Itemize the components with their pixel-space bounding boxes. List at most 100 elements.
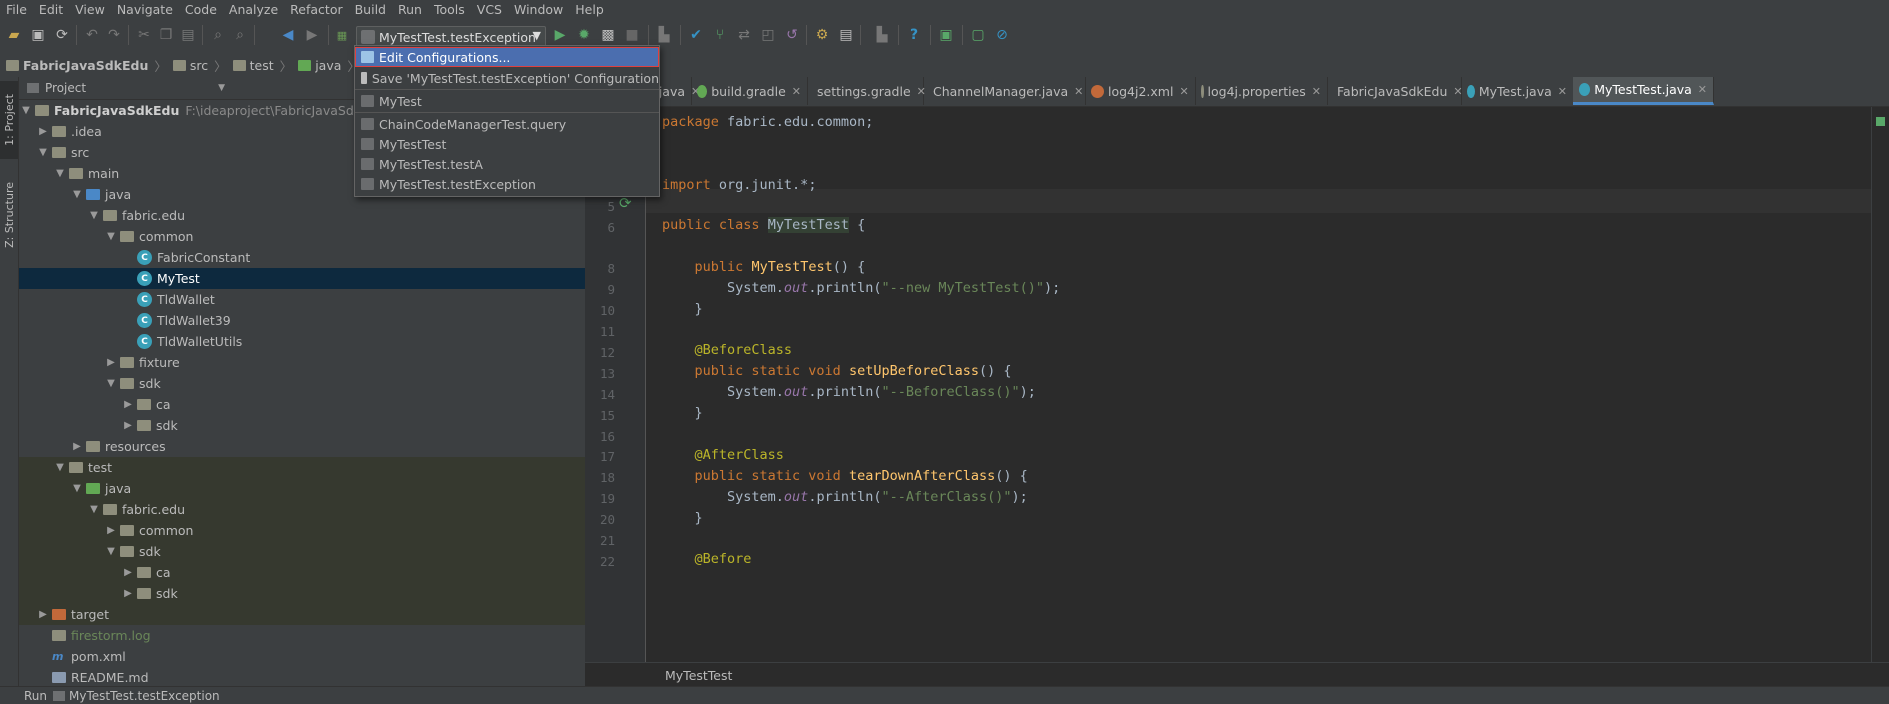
tree-item[interactable]: ▶ sdk bbox=[19, 415, 585, 436]
menu-code[interactable]: Code bbox=[179, 2, 223, 17]
back-icon[interactable]: ◀ bbox=[278, 25, 298, 45]
editor-tab[interactable]: log4j.properties ✕ bbox=[1195, 77, 1328, 105]
tree-item[interactable]: ▼ fabric.edu bbox=[19, 205, 585, 226]
copy-icon[interactable]: ❐ bbox=[156, 25, 176, 45]
edit-configurations-item[interactable]: Edit Configurations... bbox=[355, 47, 659, 67]
expand-arrow-icon[interactable]: ▼ bbox=[53, 168, 67, 179]
run-tool-label[interactable]: Run bbox=[24, 689, 47, 703]
editor-tab[interactable]: log4j2.xml ✕ bbox=[1085, 77, 1196, 105]
paste-icon[interactable]: ▤ bbox=[178, 25, 198, 45]
editor-tab[interactable]: build.gradle ✕ bbox=[691, 77, 808, 105]
editor-tab[interactable]: settings.gradle ✕ bbox=[807, 77, 926, 105]
editor-scrollbar[interactable] bbox=[1871, 107, 1889, 662]
menu-tools[interactable]: Tools bbox=[428, 2, 471, 17]
tree-item[interactable]: README.md bbox=[19, 667, 585, 686]
tree-item[interactable]: ▼ test bbox=[19, 457, 585, 478]
tree-item[interactable]: ▼ java bbox=[19, 478, 585, 499]
expand-arrow-icon[interactable]: ▼ bbox=[104, 231, 118, 242]
vcs-compare-icon[interactable]: ⇄ bbox=[734, 25, 754, 45]
help-icon[interactable]: ? bbox=[904, 25, 924, 45]
vcs-update-icon[interactable]: ✔ bbox=[686, 25, 706, 45]
forward-icon[interactable]: ▶ bbox=[302, 25, 322, 45]
editor-breadcrumb-item[interactable]: MyTestTest bbox=[665, 668, 732, 683]
tree-item[interactable]: C FabricConstant bbox=[19, 247, 585, 268]
expand-arrow-icon[interactable]: ▼ bbox=[104, 378, 118, 389]
redo-icon[interactable]: ↷ bbox=[104, 25, 124, 45]
config-item-testa[interactable]: MyTestTest.testA bbox=[355, 154, 659, 174]
settings-icon[interactable]: ▤ bbox=[836, 25, 856, 45]
save-all-icon[interactable]: ▣ bbox=[28, 25, 48, 45]
tree-item[interactable]: m pom.xml bbox=[19, 646, 585, 667]
expand-arrow-icon[interactable]: ▶ bbox=[36, 126, 50, 137]
tree-item[interactable]: ▼ common bbox=[19, 226, 585, 247]
expand-arrow-icon[interactable]: ▶ bbox=[36, 609, 50, 620]
save-configuration-item[interactable]: Save 'MyTestTest.testException' Configur… bbox=[355, 68, 659, 88]
tree-item[interactable]: ▶ sdk bbox=[19, 583, 585, 604]
breadcrumb-project[interactable]: FabricJavaSdkEdu 〉 bbox=[0, 56, 167, 75]
expand-arrow-icon[interactable]: ▶ bbox=[121, 399, 135, 410]
tree-item[interactable]: ▼ sdk bbox=[19, 541, 585, 562]
close-icon[interactable]: ✕ bbox=[1698, 83, 1707, 96]
editor-tab[interactable]: MyTestTest.java ✕ bbox=[1573, 77, 1714, 105]
expand-arrow-icon[interactable]: ▶ bbox=[70, 441, 84, 452]
breadcrumb-src[interactable]: src 〉 bbox=[167, 56, 227, 75]
stop-icon[interactable]: ■ bbox=[622, 25, 642, 45]
close-icon[interactable]: ✕ bbox=[1179, 85, 1188, 98]
menu-vcs[interactable]: VCS bbox=[471, 2, 508, 17]
menu-build[interactable]: Build bbox=[349, 2, 392, 17]
tree-item[interactable]: ▶ resources bbox=[19, 436, 585, 457]
menu-analyze[interactable]: Analyze bbox=[223, 2, 284, 17]
open-folder-icon[interactable]: ▰ bbox=[4, 25, 24, 45]
config-item-testexception[interactable]: MyTestTest.testException bbox=[355, 174, 659, 194]
tree-item[interactable]: ▶ ca bbox=[19, 562, 585, 583]
build-project-icon[interactable]: ▦ bbox=[332, 25, 352, 45]
menu-view[interactable]: View bbox=[69, 2, 111, 17]
sdk-icon[interactable]: ▙ bbox=[654, 25, 674, 45]
vcs-commit-icon[interactable]: ⑂ bbox=[710, 25, 730, 45]
expand-arrow-icon[interactable]: ▶ bbox=[121, 420, 135, 431]
expand-arrow-icon[interactable]: ▶ bbox=[104, 525, 118, 536]
tool-icon[interactable]: ▢ bbox=[968, 25, 988, 45]
run-with-coverage-icon[interactable]: ▩ bbox=[598, 25, 618, 45]
cut-icon[interactable]: ✂ bbox=[134, 25, 154, 45]
disable-icon[interactable]: ⊘ bbox=[992, 25, 1012, 45]
editor-tab[interactable]: ChannelManager.java ✕ bbox=[923, 77, 1086, 105]
close-icon[interactable]: ✕ bbox=[1312, 85, 1321, 98]
undo-icon[interactable]: ↶ bbox=[82, 25, 102, 45]
run-target-label[interactable]: MyTestTest.testException bbox=[69, 689, 220, 703]
tree-item[interactable]: firestorm.log bbox=[19, 625, 585, 646]
expand-arrow-icon[interactable]: ▼ bbox=[104, 546, 118, 557]
tree-item[interactable]: C TldWalletUtils bbox=[19, 331, 585, 352]
close-icon[interactable]: ✕ bbox=[1074, 85, 1083, 98]
plugin-icon[interactable]: ▣ bbox=[936, 25, 956, 45]
project-view-select[interactable]: Project bbox=[45, 81, 86, 95]
tab-project-tool-window[interactable]: 1: Project bbox=[0, 81, 18, 159]
close-icon[interactable]: ✕ bbox=[1558, 85, 1567, 98]
tab-structure-tool-window[interactable]: Z: Structure bbox=[0, 169, 18, 261]
breadcrumb-test[interactable]: test 〉 bbox=[227, 56, 292, 75]
expand-arrow-icon[interactable]: ▼ bbox=[36, 147, 50, 158]
expand-arrow-icon[interactable]: ▼ bbox=[19, 105, 33, 116]
config-item-mytesttest[interactable]: MyTestTest bbox=[355, 134, 659, 154]
tree-item[interactable]: ▼ sdk bbox=[19, 373, 585, 394]
expand-arrow-icon[interactable]: ▶ bbox=[121, 567, 135, 578]
expand-arrow-icon[interactable]: ▼ bbox=[70, 189, 84, 200]
expand-arrow-icon[interactable]: ▼ bbox=[53, 462, 67, 473]
menu-navigate[interactable]: Navigate bbox=[111, 2, 179, 17]
vcs-history-icon[interactable]: ◰ bbox=[758, 25, 778, 45]
menu-refactor[interactable]: Refactor bbox=[284, 2, 348, 17]
debug-icon[interactable]: ✹ bbox=[574, 25, 594, 45]
editor-tab[interactable]: FabricJavaSdkEdu ✕ bbox=[1327, 77, 1463, 105]
tree-item[interactable]: ▶ target bbox=[19, 604, 585, 625]
expand-arrow-icon[interactable]: ▼ bbox=[70, 483, 84, 494]
synchronize-icon[interactable]: ⟳ bbox=[52, 25, 72, 45]
tree-item[interactable]: C TldWallet39 bbox=[19, 310, 585, 331]
vcs-revert-icon[interactable]: ↺ bbox=[782, 25, 802, 45]
menu-help[interactable]: Help bbox=[569, 2, 610, 17]
menu-window[interactable]: Window bbox=[508, 2, 569, 17]
run-icon[interactable]: ▶ bbox=[550, 25, 570, 45]
tree-item[interactable]: C TldWallet bbox=[19, 289, 585, 310]
tree-item[interactable]: C MyTest bbox=[19, 268, 585, 289]
breadcrumb-java[interactable]: java〉 bbox=[292, 56, 360, 75]
tree-item[interactable]: ▶ ca bbox=[19, 394, 585, 415]
